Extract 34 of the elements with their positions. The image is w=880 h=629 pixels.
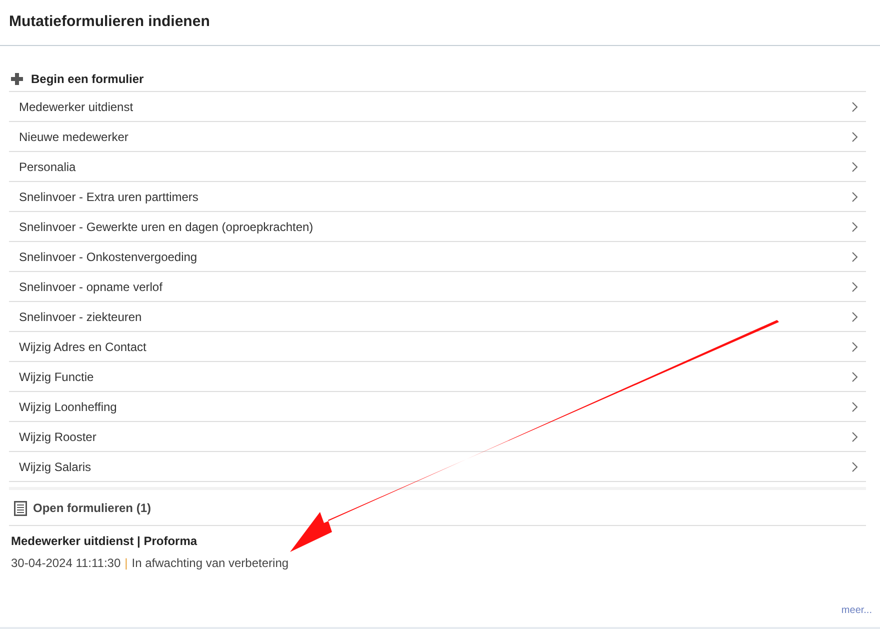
form-list-item[interactable]: Medewerker uitdienst — [9, 92, 866, 122]
chevron-right-icon — [852, 282, 858, 292]
form-list-item[interactable]: Snelinvoer - opname verlof — [9, 272, 866, 302]
section-heading: Begin een formulier — [31, 70, 144, 88]
chevron-right-icon — [852, 432, 858, 442]
chevron-right-icon — [852, 252, 858, 262]
form-list-item[interactable]: Wijzig Loonheffing — [9, 392, 866, 422]
chevron-right-icon — [852, 162, 858, 172]
chevron-right-icon — [852, 132, 858, 142]
document-icon — [14, 500, 27, 516]
chevron-right-icon — [852, 402, 858, 412]
separator: | — [124, 555, 128, 572]
chevron-right-icon — [852, 192, 858, 202]
form-list-item[interactable]: Wijzig Rooster — [9, 422, 866, 452]
chevron-right-icon — [852, 222, 858, 232]
page-title: Mutatieformulieren indienen — [9, 12, 210, 32]
chevron-right-icon — [852, 372, 858, 382]
chevron-right-icon — [852, 312, 858, 322]
chevron-right-icon — [852, 102, 858, 112]
section-heading: Open formulieren (1) — [33, 500, 152, 517]
form-list-item[interactable]: Snelinvoer - Onkostenvergoeding — [9, 242, 866, 272]
form-list-item[interactable]: Personalia — [9, 152, 866, 182]
chevron-right-icon — [852, 342, 858, 352]
form-list-item[interactable]: Snelinvoer - Gewerkte uren en dagen (oproepkrachten) — [9, 212, 866, 242]
timestamp: 30-04-2024 11:11:30 — [11, 555, 121, 572]
form-list-item[interactable]: Nieuwe medewerker — [9, 122, 866, 152]
chevron-right-icon — [852, 462, 858, 472]
form-list-item[interactable]: Snelinvoer - ziekteuren — [9, 302, 866, 332]
open-form-title[interactable]: Medewerker uitdienst | Proforma — [9, 532, 866, 550]
more-link[interactable]: meer... — [841, 603, 872, 618]
status-text: In afwachting van verbetering — [132, 555, 289, 572]
form-list-item[interactable]: Snelinvoer - Extra uren parttimers — [9, 182, 866, 212]
plus-icon — [11, 72, 23, 84]
form-list-item[interactable]: Wijzig Salaris — [9, 452, 866, 482]
